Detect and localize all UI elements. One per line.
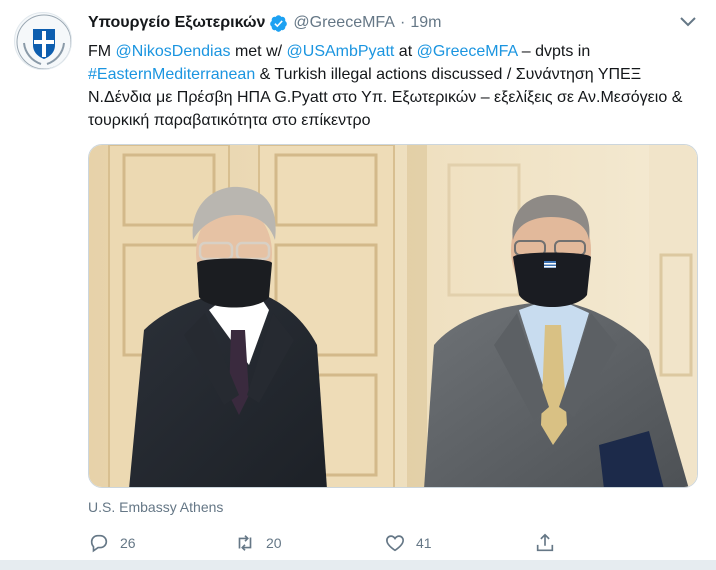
- tweet-text: FM @NikosDendias met w/ @USAmbPyatt at @…: [88, 40, 700, 132]
- avatar[interactable]: [14, 12, 72, 70]
- retweet-icon: [238, 535, 252, 551]
- tweet-divider: [0, 560, 716, 570]
- tweet-photo[interactable]: [88, 144, 698, 488]
- tweet-actions: 26 20 41: [88, 531, 568, 555]
- mention-nikosdendias-link[interactable]: @NikosDendias: [116, 43, 231, 60]
- retweet-button[interactable]: 20: [234, 531, 282, 555]
- heart-icon: [386, 535, 404, 552]
- like-count: 41: [416, 535, 432, 551]
- reply-icon: [90, 534, 108, 553]
- retweet-count: 20: [266, 535, 282, 551]
- photo-two-officials-masked: [89, 145, 697, 487]
- timestamp[interactable]: 19m: [410, 14, 441, 32]
- like-button[interactable]: 41: [384, 531, 432, 555]
- hashtag-easternmediterranean-link[interactable]: #EasternMediterranean: [88, 66, 255, 83]
- greek-coat-of-arms-icon: [16, 14, 71, 69]
- text-segment: at: [394, 43, 417, 60]
- mention-usambpyatt-link[interactable]: @USAmbPyatt: [287, 43, 395, 60]
- separator-dot: ·: [399, 14, 406, 31]
- handle[interactable]: @GreeceMFA: [293, 14, 395, 32]
- tweet-header: Υπουργείο Εξωτερικών @GreeceMFA · 19m: [88, 12, 441, 34]
- tweet[interactable]: Υπουργείο Εξωτερικών @GreeceMFA · 19m FM…: [0, 0, 716, 570]
- share-icon: [536, 533, 554, 552]
- display-name[interactable]: Υπουργείο Εξωτερικών: [88, 14, 265, 32]
- text-segment: – dvpts in: [517, 43, 591, 60]
- text-segment: FM: [88, 43, 116, 60]
- mention-greecemfa-link[interactable]: @GreeceMFA: [417, 43, 518, 60]
- reply-button[interactable]: 26: [88, 531, 136, 555]
- media-credit: U.S. Embassy Athens: [88, 499, 224, 515]
- text-segment: met w/: [230, 43, 287, 60]
- verified-badge-icon: [270, 14, 288, 32]
- share-button[interactable]: [534, 531, 556, 555]
- reply-count: 26: [120, 535, 136, 551]
- chevron-down-icon[interactable]: [678, 14, 698, 30]
